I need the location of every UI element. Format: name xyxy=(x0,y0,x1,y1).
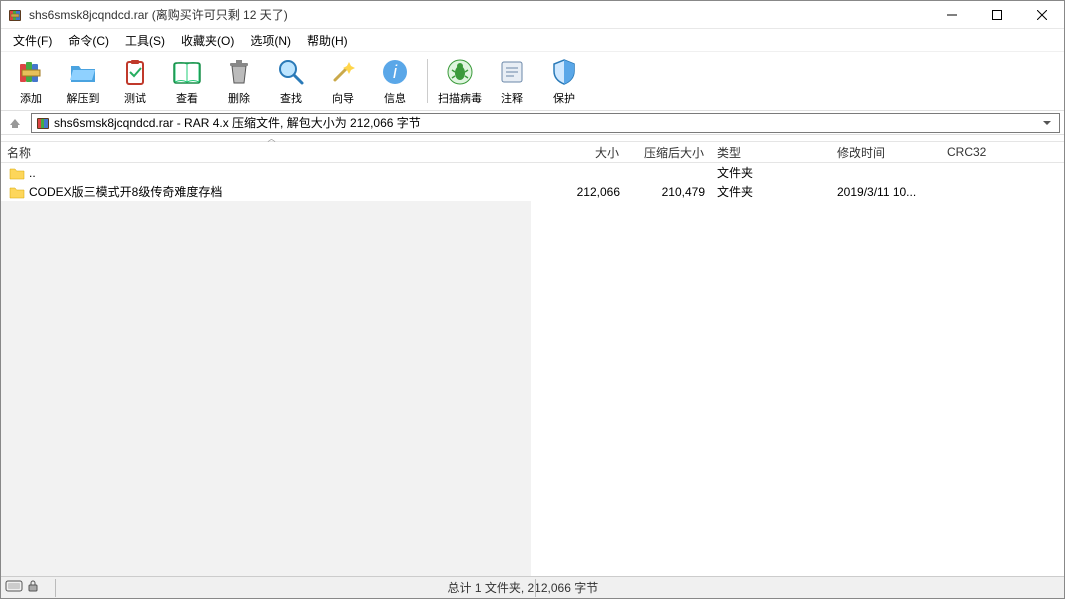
item-type: 文件夹 xyxy=(711,183,831,200)
address-text: shs6smsk8jcqndcd.rar - RAR 4.x 压缩文件, 解包大… xyxy=(54,114,1039,131)
status-bar: 总计 1 文件夹, 212,066 字节 xyxy=(1,576,1064,598)
titlebar[interactable]: shs6smsk8jcqndcd.rar (离购买许可只剩 12 天了) xyxy=(1,1,1064,29)
scan-button[interactable]: 扫描病毒 xyxy=(434,53,486,109)
minimize-icon xyxy=(947,10,957,20)
status-text: 总计 1 文件夹, 212,066 字节 xyxy=(448,579,599,596)
col-date[interactable]: 修改时间 xyxy=(831,142,941,162)
app-icon xyxy=(7,7,23,23)
title-text: shs6smsk8jcqndcd.rar (离购买许可只剩 12 天了) xyxy=(29,6,929,23)
info-button[interactable]: i 信息 xyxy=(369,53,421,109)
menu-fav[interactable]: 收藏夹(O) xyxy=(173,30,242,51)
window-buttons xyxy=(929,1,1064,28)
wand-icon xyxy=(327,56,359,88)
folder-up-icon xyxy=(9,166,25,180)
clipboard-check-icon xyxy=(119,56,151,88)
resize-handle-row: ︿ xyxy=(1,135,1064,141)
item-size: 212,066 xyxy=(556,185,626,199)
item-type: 文件夹 xyxy=(711,164,831,181)
info-icon: i xyxy=(379,56,411,88)
view-button[interactable]: 查看 xyxy=(161,53,213,109)
up-button[interactable] xyxy=(5,113,25,133)
item-name: .. xyxy=(29,166,36,180)
menu-options[interactable]: 选项(N) xyxy=(242,30,299,51)
menu-help[interactable]: 帮助(H) xyxy=(299,30,356,51)
menu-command[interactable]: 命令(C) xyxy=(60,30,117,51)
list-item[interactable]: CODEX版三模式开8级传奇难度存档 212,066 210,479 文件夹 2… xyxy=(1,182,1064,201)
item-name: CODEX版三模式开8级传奇难度存档 xyxy=(29,183,222,200)
address-bar-row: shs6smsk8jcqndcd.rar - RAR 4.x 压缩文件, 解包大… xyxy=(1,111,1064,135)
item-date: 2019/3/11 10... xyxy=(831,185,941,199)
shield-icon xyxy=(548,56,580,88)
up-arrow-icon xyxy=(9,117,21,129)
test-button[interactable]: 测试 xyxy=(109,53,161,109)
folder-icon xyxy=(9,185,25,199)
search-icon xyxy=(275,56,307,88)
trash-icon xyxy=(223,56,255,88)
maximize-button[interactable] xyxy=(974,1,1019,28)
col-crc[interactable]: CRC32 xyxy=(941,142,1064,162)
find-button[interactable]: 查找 xyxy=(265,53,317,109)
add-button[interactable]: 添加 xyxy=(5,53,57,109)
toolbar: 添加 解压到 测试 查看 删除 查找 向导 i 信息 xyxy=(1,51,1064,111)
menu-file[interactable]: 文件(F) xyxy=(5,30,60,51)
list-item[interactable]: .. 文件夹 xyxy=(1,163,1064,182)
toolbar-separator xyxy=(427,59,428,103)
lock-icon[interactable] xyxy=(27,580,39,595)
bug-icon xyxy=(444,56,476,88)
dropdown-icon[interactable] xyxy=(1039,116,1055,130)
menu-tools[interactable]: 工具(S) xyxy=(117,30,173,51)
comment-button[interactable]: 注释 xyxy=(486,53,538,109)
books-icon xyxy=(15,56,47,88)
column-resize-grip[interactable]: ︿ xyxy=(265,135,277,141)
note-icon xyxy=(496,56,528,88)
address-combo[interactable]: shs6smsk8jcqndcd.rar - RAR 4.x 压缩文件, 解包大… xyxy=(31,113,1060,133)
close-button[interactable] xyxy=(1019,1,1064,28)
book-open-icon xyxy=(171,56,203,88)
folder-open-icon xyxy=(67,56,99,88)
column-headers: 名称 大小 压缩后大小 类型 修改时间 CRC32 xyxy=(1,141,1064,163)
col-type[interactable]: 类型 xyxy=(711,142,831,162)
minimize-button[interactable] xyxy=(929,1,974,28)
status-icons xyxy=(1,580,51,595)
app-window: shs6smsk8jcqndcd.rar (离购买许可只剩 12 天了) 文件(… xyxy=(0,0,1065,599)
maximize-icon xyxy=(992,10,1002,20)
extract-button[interactable]: 解压到 xyxy=(57,53,109,109)
archive-icon xyxy=(36,116,50,130)
col-name[interactable]: 名称 xyxy=(1,142,556,162)
delete-button[interactable]: 删除 xyxy=(213,53,265,109)
item-packed: 210,479 xyxy=(626,185,711,199)
col-packed[interactable]: 压缩后大小 xyxy=(626,142,711,162)
close-icon xyxy=(1037,10,1047,20)
wizard-button[interactable]: 向导 xyxy=(317,53,369,109)
disk-icon[interactable] xyxy=(5,580,23,595)
col-size[interactable]: 大小 xyxy=(556,142,626,162)
file-list[interactable]: .. 文件夹 CODEX版三模式开8级传奇难度存档 212,066 210,47… xyxy=(1,163,1064,576)
menubar: 文件(F) 命令(C) 工具(S) 收藏夹(O) 选项(N) 帮助(H) xyxy=(1,29,1064,51)
protect-button[interactable]: 保护 xyxy=(538,53,590,109)
